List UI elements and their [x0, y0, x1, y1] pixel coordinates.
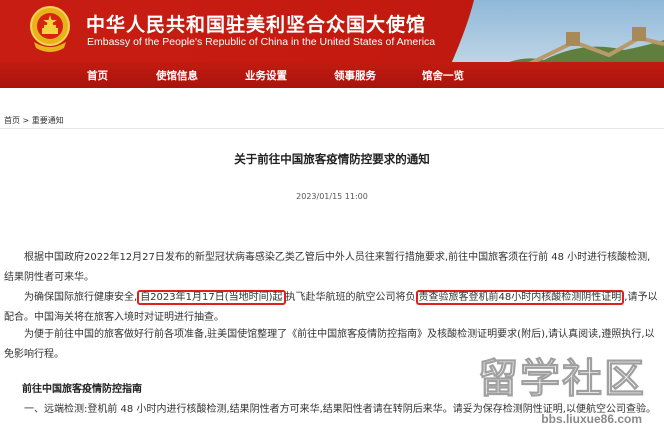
- watermark-text: 留学社区: [478, 356, 646, 403]
- breadcrumb: 首页 > 重要通知: [4, 115, 64, 126]
- article-title: 关于前往中国旅客疫情防控要求的通知: [234, 152, 430, 166]
- breadcrumb-divider: [0, 128, 664, 129]
- article-paragraph-2: 为确保国际旅行健康安全, 自2023年1月17日(当地时间)起 执飞赴华航班的航空公…: [4, 288, 660, 328]
- article-paragraph-1: 根据中国政府2022年12月27日发布的新型冠状病毒感染乙类乙管后中外人员往来暂…: [4, 252, 651, 283]
- nav-item-consular[interactable]: 领事服务: [334, 68, 376, 83]
- nav-item-home[interactable]: 首页: [87, 68, 108, 83]
- breadcrumb-separator: >: [22, 116, 30, 125]
- site-subtitle: Embassy of the People's Republic of Chin…: [87, 36, 436, 48]
- site-header: 中华人民共和国驻美利坚合众国大使馆 Embassy of the People'…: [0, 0, 664, 62]
- national-emblem-icon[interactable]: [28, 4, 72, 54]
- article-date: 2023/01/15 11:00: [296, 192, 368, 201]
- highlight-effective-date: 自2023年1月17日(当地时间)起: [137, 290, 286, 305]
- main-nav: 首页 使馆信息 业务设置 领事服务 馆舍一览: [0, 62, 664, 88]
- paragraph-2-text-a: 为确保国际旅行健康安全,: [24, 292, 138, 303]
- nav-item-services[interactable]: 业务设置: [245, 68, 287, 83]
- nav-item-embassy-info[interactable]: 使馆信息: [156, 68, 198, 83]
- great-wall-banner-image: [451, 0, 664, 62]
- guide-section-title: 前往中国旅客疫情防控指南: [22, 384, 142, 395]
- watermark-url: bbs.liuxue86.com: [541, 412, 642, 426]
- site-title: 中华人民共和国驻美利坚合众国大使馆: [86, 14, 427, 36]
- breadcrumb-home-link[interactable]: 首页: [4, 116, 20, 125]
- highlight-test-requirement: 责查验旅客登机前48小时内核酸检测阴性证明: [415, 290, 625, 305]
- breadcrumb-current-link[interactable]: 重要通知: [32, 116, 64, 125]
- paragraph-2-text-b: 执飞赴华航班的航空公司将负: [285, 292, 416, 303]
- watermark: 留学社区 bbs.liuxue86.com: [478, 356, 656, 432]
- nav-item-premises[interactable]: 馆舍一览: [422, 68, 464, 83]
